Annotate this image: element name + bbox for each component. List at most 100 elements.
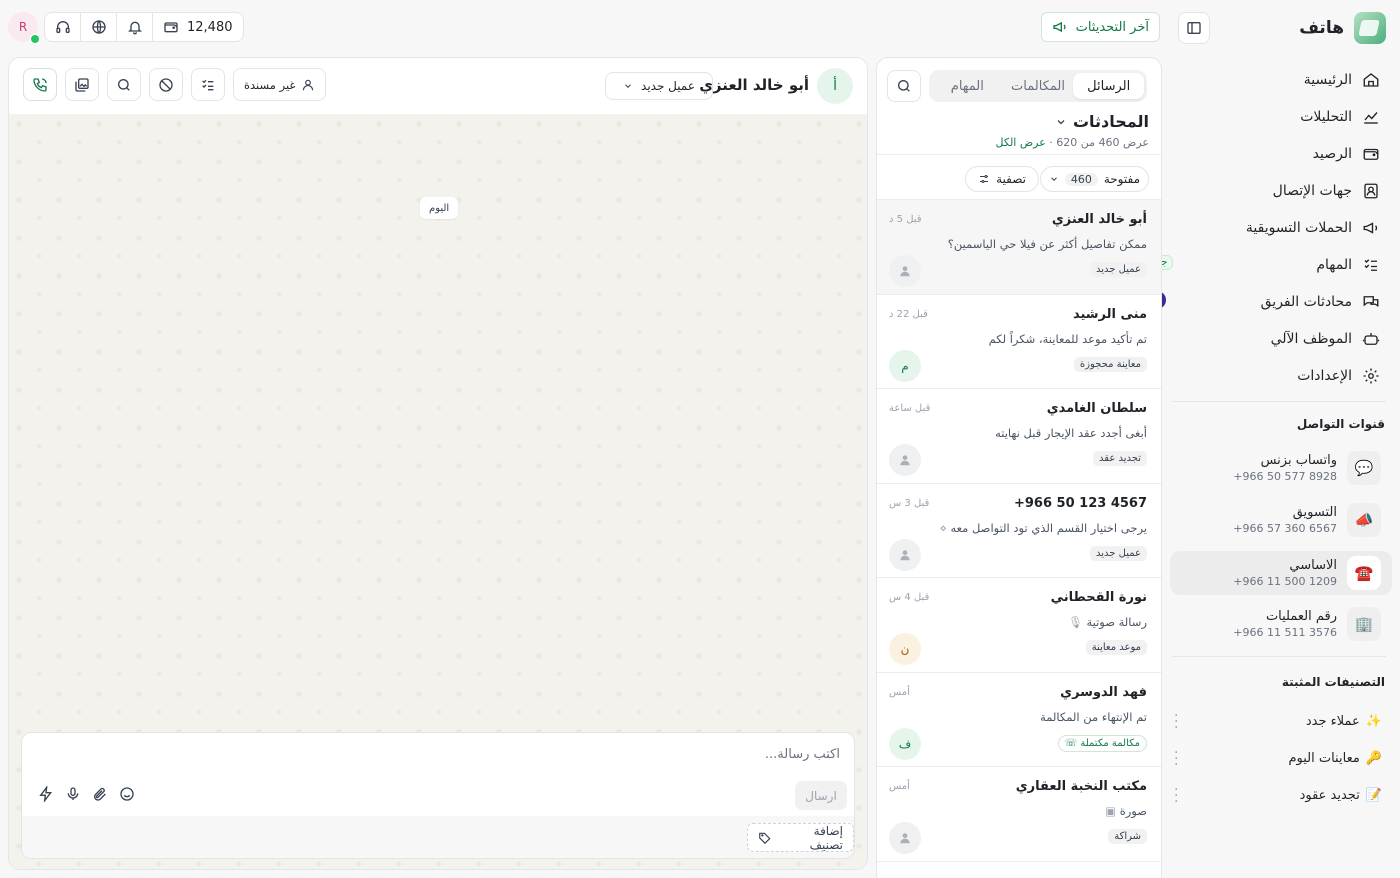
user-icon [900,833,910,844]
status-count-badge: 460 [1064,172,1098,186]
sidebar-item-label: الموظف الآلي [1270,330,1352,347]
tab-calls[interactable]: المكالمات [1003,73,1074,99]
globe-icon[interactable] [81,13,117,41]
status-filter-label: مفتوحة [1103,172,1140,186]
avatar: م [889,349,921,382]
close-conversation-button[interactable] [149,68,183,101]
tasks-button[interactable] [191,68,225,101]
filter-button[interactable]: تصفية [965,166,1039,192]
tasks-icon [1362,256,1380,274]
sidebar-item-campaigns[interactable]: الحملات التسويقية [1174,209,1384,246]
search-button[interactable] [887,70,921,102]
conversation-row[interactable]: أبو خالد العنزي قبل 5 د ممكن تفاصيل أكثر… [877,200,1161,295]
contact-status-dropdown[interactable]: عميل جديد [605,72,713,100]
call-button[interactable] [23,68,57,101]
pinned-tag-label: عملاء جدد [1305,713,1360,729]
user-avatar[interactable]: R [8,12,40,44]
media-gallery-button[interactable] [65,68,99,101]
filter-label: تصفية [996,172,1026,186]
updates-button[interactable]: آخر التحديثات [1040,12,1160,42]
balance-display[interactable]: 12,480 [153,19,243,35]
sidebar-item-team-chats[interactable]: محادثات الفريق 10 [1142,283,1384,320]
wallet-icon [1362,145,1380,163]
conversation-row[interactable]: منى الرشيد قبل 22 د تم تأكيد موعد للمعاي… [877,295,1161,389]
more-options-icon[interactable]: · · · [1174,783,1178,809]
assign-agent-button[interactable]: غير مسندة [233,68,327,101]
channel-main[interactable]: ☎️ الاساسي +966 11 500 1209 [1170,551,1392,595]
view-all-link[interactable]: عرض الكل [996,136,1046,149]
sidebar-item-analytics[interactable]: التحليلات [1174,98,1384,135]
sidebar-item-contacts[interactable]: جهات الإتصال [1174,172,1384,209]
message-preview: رسالة صوتية 🎙 [1068,615,1147,629]
channel-name: التسويق [1292,505,1337,520]
sidebar-item-label: الحملات التسويقية [1245,219,1352,236]
telephone-icon: ☎️ [1347,556,1381,590]
channel-marketing[interactable]: 📣 التسويق +966 57 360 6567 [1170,498,1381,542]
contact-name: +966 50 123 4567 [1013,495,1147,511]
chevron-down-icon [1049,174,1059,184]
channel-phone: +966 57 360 6567 [1233,522,1337,535]
pinned-tag-new-clients[interactable]: ✨ عملاء جدد · · · [1170,703,1382,739]
assign-label: غير مسندة [244,77,296,92]
tag-badge: مكالمة مكتملة ☏ [1057,734,1147,752]
sidebar-toggle-button[interactable] [1178,12,1210,44]
sidebar-item-label: الرصيد [1312,145,1352,162]
conversations-title-dropdown[interactable]: المحادثات [1055,112,1149,131]
conversations-title: المحادثات [1072,112,1149,131]
search-messages-button[interactable] [107,68,141,101]
paperclip-icon[interactable] [92,786,108,802]
user-icon [301,78,315,92]
send-button[interactable]: ارسال [795,781,847,810]
status-filter-dropdown[interactable]: مفتوحة 460 [1039,166,1149,192]
bell-icon[interactable] [117,13,153,41]
sidebar-item-home[interactable]: الرئيسية [1174,61,1384,98]
conversation-row[interactable]: سلطان الغامدي قبل ساعة أبغى أجدد عقد الإ… [877,389,1161,484]
message-preview: ممكن تفاصيل أكثر عن فيلا حي الياسمين؟ [947,237,1147,251]
conversation-row[interactable]: فهد الدوسري أمس تم الإنتهاء من المكالمة … [877,673,1161,767]
message-preview-text: يرجى اختيار القسم الذي تود التواصل معه [950,520,1147,535]
tab-tasks[interactable]: المهام [932,73,1003,99]
headset-icon[interactable] [45,13,81,41]
timestamp: أمس [889,686,910,698]
channel-name: رقم العمليات [1265,609,1337,624]
contact-name: منى الرشيد [1072,306,1147,322]
sidebar-item-ai-agent[interactable]: الموظف الآلي [1174,320,1384,357]
phone-call-icon: ☏ [1064,737,1078,749]
microphone-icon[interactable] [65,786,81,802]
tag-label: مكالمة مكتملة [1080,737,1140,749]
lightning-icon[interactable] [38,786,54,802]
add-tag-button[interactable]: إضافة تصنيف [747,823,854,852]
brand[interactable]: هاتف [1299,12,1386,44]
contact-name[interactable]: أبو خالد العنزي [699,76,809,94]
sidebar-item-settings[interactable]: الإعدادات [1174,357,1384,394]
analytics-icon [1362,108,1380,126]
conversation-row[interactable]: مكتب النخبة العقاري أمس صورة ▣ شراكة [877,767,1161,862]
contact-avatar[interactable]: أ [817,68,853,104]
message-input[interactable]: اكتب رسالة... [765,747,840,762]
more-options-icon[interactable]: · · · [1174,709,1178,735]
sidebar-item-tasks[interactable]: المهام جديد [1142,246,1384,283]
sidebar-item-label: التحليلات [1300,108,1352,125]
pinned-tag-contract-renewals[interactable]: 📝 تجديد عقود · · · [1170,777,1382,813]
user-icon [900,549,910,560]
divider [877,154,1161,155]
sidebar-item-balance[interactable]: الرصيد [1174,135,1384,172]
sliders-icon [978,173,990,185]
office-building-icon: 🏢 [1347,607,1381,641]
tab-messages[interactable]: الرسائل [1073,73,1144,99]
conversation-list: أبو خالد العنزي قبل 5 د ممكن تفاصيل أكثر… [877,200,1161,862]
avatar: ف [889,727,921,760]
conversation-row[interactable]: نورة القحطاني قبل 4 س رسالة صوتية 🎙 موعد… [877,578,1161,673]
channel-operations[interactable]: 🏢 رقم العمليات +966 11 511 3576 [1170,602,1381,646]
avatar [889,538,921,571]
channel-whatsapp-business[interactable]: 💬 واتساب بزنس +966 50 577 8928 [1170,446,1381,490]
more-options-icon[interactable]: · · · [1174,746,1178,772]
pinned-tag-today-viewings[interactable]: 🔑 معاينات اليوم · · · [1170,740,1382,776]
sidebar-item-label: محادثات الفريق [1260,293,1352,310]
checklist-icon [202,79,214,90]
sidebar-nav: الرئيسية التحليلات الرصيد جهات الإتصال ا… [1142,61,1384,394]
conversation-row[interactable]: +966 50 123 4567 قبل 3 س يرجى اختيار الق… [877,484,1161,578]
tag-badge: تجديد عقد [1093,451,1147,466]
user-icon [900,266,910,277]
emoji-icon[interactable] [119,786,135,802]
